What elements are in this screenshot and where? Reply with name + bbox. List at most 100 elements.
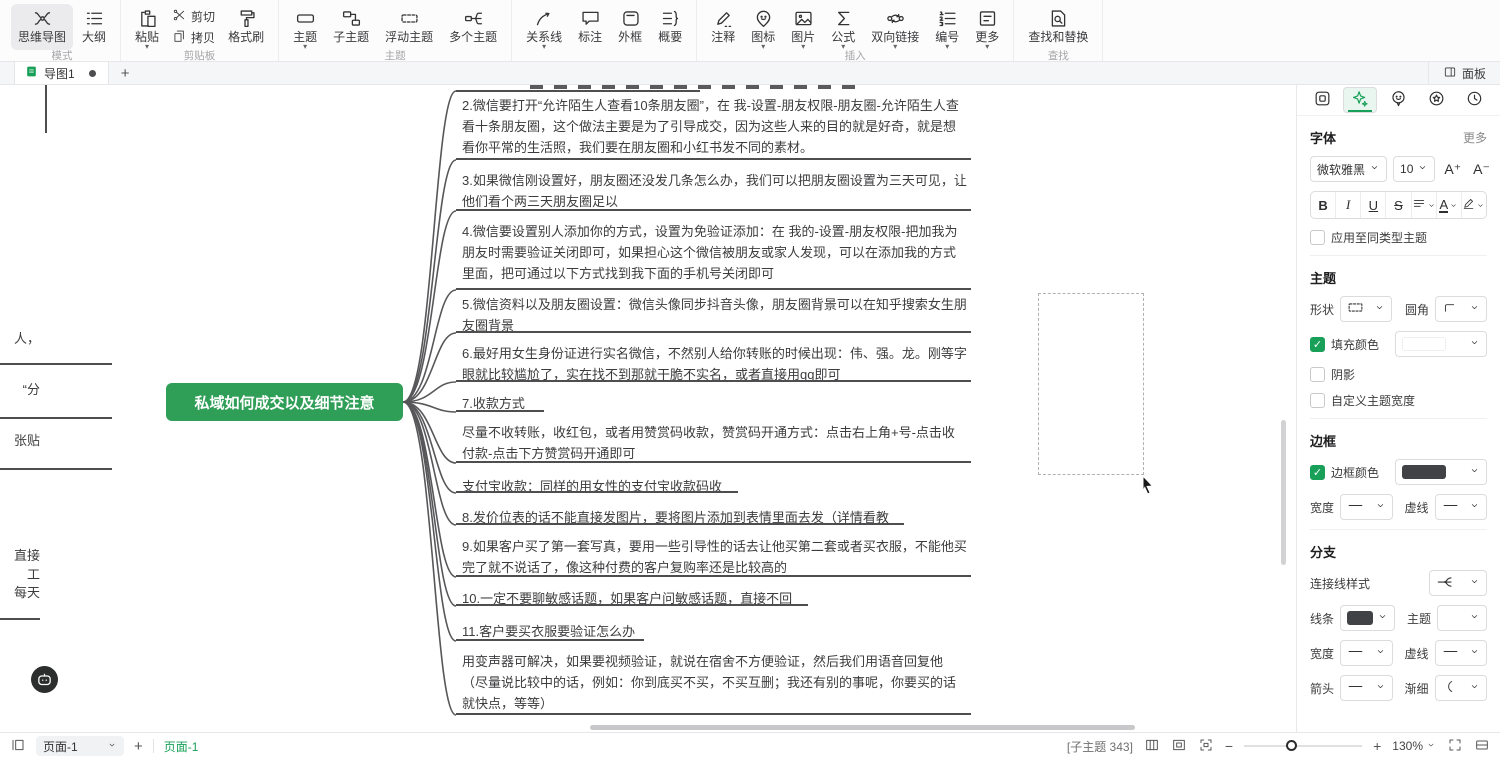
- topic-node[interactable]: 尽量不收转账，收红包，或者用赞赏码收款，赞赏码开通方式：点击右上角+号-点击收付…: [456, 422, 971, 463]
- topic-node[interactable]: 用变声器可解决，如果要视频验证，就说在宿舍不方便验证，然后我们用语音回复他（尽量…: [456, 651, 971, 715]
- border-dash-select[interactable]: [1435, 494, 1487, 520]
- highlight-button[interactable]: [1462, 192, 1486, 218]
- topic-node[interactable]: 3.如果微信刚设置好，朋友圈还没发几条怎么办，我们可以把朋友圈设置为三天可见，让…: [456, 170, 971, 211]
- fullscreen-button[interactable]: [1447, 737, 1463, 756]
- map-overview-button[interactable]: [1144, 737, 1160, 756]
- floating-topic-placeholder[interactable]: [1038, 293, 1144, 475]
- font-size-select[interactable]: 10: [1393, 156, 1435, 182]
- toolbar-button-note[interactable]: 注释: [704, 4, 742, 50]
- italic-button[interactable]: I: [1336, 192, 1361, 218]
- topic-node[interactable]: 11.客户要买衣服要验证怎么办: [456, 621, 644, 641]
- page-select[interactable]: 页面-1: [36, 736, 124, 756]
- zoom-level[interactable]: 130%: [1392, 739, 1436, 753]
- connector-style-select[interactable]: [1429, 570, 1487, 596]
- topic-node[interactable]: 7.收款方式: [456, 393, 544, 412]
- shadow-checkbox[interactable]: [1310, 367, 1325, 382]
- toolbar-button-find-replace[interactable]: 查找和替换: [1021, 4, 1095, 50]
- apply-same-type-checkbox[interactable]: [1310, 230, 1325, 245]
- tab-badges[interactable]: [1420, 85, 1454, 116]
- tab-stickers[interactable]: [1381, 85, 1415, 116]
- toolbar-button-cut[interactable]: 剪切: [168, 8, 219, 25]
- toolbar-button-relation-line[interactable]: 关系线▾: [519, 4, 569, 50]
- chevron-down-icon: [1374, 302, 1385, 316]
- border-color-checkbox[interactable]: ✓: [1310, 465, 1325, 480]
- font-increase-button[interactable]: A⁺: [1441, 161, 1464, 178]
- branch-width-select[interactable]: [1340, 640, 1392, 666]
- pages-panel-button[interactable]: [10, 737, 26, 756]
- toolbar-button-multi-topic[interactable]: 多个主题: [442, 4, 504, 50]
- app: 思维导图大纲模式粘贴▾剪切拷贝格式刷剪贴板主题▾子主题浮动主题多个主题主题关系线…: [0, 0, 1500, 759]
- shape-label: 形状: [1310, 301, 1334, 318]
- toolbar-button-copy[interactable]: 拷贝: [168, 29, 219, 46]
- add-map-tab-button[interactable]: +: [109, 62, 142, 84]
- topic-node[interactable]: 6.最好用女生身份证进行实名微信，不然别人给你转账的时候出现：伟、强。龙。刚等字…: [456, 343, 971, 382]
- strikethrough-button[interactable]: S: [1386, 192, 1411, 218]
- vertical-scrollbar[interactable]: [1281, 420, 1286, 565]
- font-color-button[interactable]: A: [1437, 192, 1462, 218]
- page-tab-active[interactable]: 页面-1: [164, 738, 199, 755]
- topic-node[interactable]: 2.微信要打开“允许陌生人查看10条朋友圈”，在 我-设置-朋友权限-朋友圈-允…: [456, 95, 971, 160]
- tab-topic-style[interactable]: [1343, 87, 1377, 113]
- panel-toggle-button[interactable]: 面板: [1428, 62, 1500, 84]
- bi-link-icon: [885, 6, 906, 30]
- border-width-select[interactable]: [1340, 494, 1392, 520]
- toolbar-button-mindmap[interactable]: 思维导图: [11, 4, 73, 50]
- border-color-select[interactable]: [1395, 459, 1487, 485]
- toolbar-button-bi-link[interactable]: 双向链接▾: [864, 4, 926, 50]
- taper-select[interactable]: [1435, 675, 1487, 701]
- zoom-slider[interactable]: [1244, 739, 1362, 753]
- zoom-slider-knob[interactable]: [1286, 740, 1297, 751]
- toolbar-button-subtopic[interactable]: 子主题: [326, 4, 376, 50]
- toolbar-button-boundary[interactable]: 外框: [611, 4, 649, 50]
- topic-node[interactable]: 8.发价位表的话不能直接发图片，要将图片添加到表情里面去发（详情看教程）: [456, 507, 904, 525]
- corner-select[interactable]: [1435, 296, 1487, 322]
- align-button[interactable]: [1412, 192, 1437, 218]
- line-color-select[interactable]: [1340, 605, 1395, 631]
- fill-color-checkbox[interactable]: ✓: [1310, 337, 1325, 352]
- toolbar-button-outline[interactable]: 大纲: [75, 4, 113, 50]
- toolbar-button-image[interactable]: 图片▾: [784, 4, 822, 50]
- fit-screen-button[interactable]: [1198, 737, 1214, 756]
- toolbar-button-more[interactable]: 更多▾: [968, 4, 1006, 50]
- horizontal-scrollbar[interactable]: [590, 725, 1135, 730]
- toolbar-button-numbering[interactable]: 编号▾: [928, 4, 966, 50]
- underline-button[interactable]: U: [1361, 192, 1386, 218]
- topic-node[interactable]: 支付宝收款：同样的用女性的支付宝收款码收款: [456, 476, 738, 493]
- presentation-split-button[interactable]: [1474, 737, 1490, 756]
- fill-color-select[interactable]: [1395, 331, 1487, 357]
- toolbar-button-format-painter[interactable]: 格式刷: [221, 4, 271, 50]
- topic-node[interactable]: 9.如果客户买了第一套写真，要用一些引导性的话去让他买第二套或者买衣服，不能他买…: [456, 536, 971, 577]
- split-view-icon: [1474, 737, 1490, 756]
- toolbar-button-paste[interactable]: 粘贴▾: [128, 4, 166, 50]
- tab-history[interactable]: [1458, 85, 1492, 116]
- font-decrease-button[interactable]: A⁻: [1470, 161, 1493, 178]
- toolbar-button-floating-topic[interactable]: 浮动主题: [378, 4, 440, 50]
- zoom-out-button[interactable]: −: [1225, 738, 1233, 754]
- center-root-button[interactable]: [1171, 737, 1187, 756]
- caret-down-icon: ▾: [542, 44, 546, 50]
- mindmap-canvas[interactable]: 私域如何成交以及细节注意 2.微信要打开“允许陌生人查看10条朋友圈”，在 我-…: [0, 85, 1296, 732]
- toolbar-button-summary[interactable]: 概要: [651, 4, 689, 50]
- toolbar-button-callout[interactable]: 标注: [571, 4, 609, 50]
- topic-node[interactable]: 5.微信资料以及朋友圈设置：微信头像同步抖音头像，朋友圈背景可以在知乎搜索女生朋…: [456, 294, 971, 333]
- arrow-select[interactable]: [1340, 675, 1392, 701]
- branch-topic-select[interactable]: [1437, 605, 1487, 631]
- topic-node[interactable]: 4.微信要设置别人添加你的方式，设置为免验证添加：在 我的-设置-朋友权限-把加…: [456, 221, 971, 290]
- assistant-chat-button[interactable]: [31, 666, 58, 693]
- tab-canvas-style[interactable]: [1305, 85, 1339, 116]
- bold-button[interactable]: B: [1311, 192, 1336, 218]
- document-tab[interactable]: 导图1: [14, 62, 109, 84]
- toolbar-button-label: 外框: [618, 30, 642, 44]
- branch-dash-select[interactable]: [1435, 640, 1487, 666]
- toolbar-button-topic[interactable]: 主题▾: [286, 4, 324, 50]
- shape-select[interactable]: [1340, 296, 1392, 322]
- root-topic-node[interactable]: 私域如何成交以及细节注意: [166, 383, 403, 421]
- font-family-select[interactable]: 微软雅黑: [1310, 156, 1387, 182]
- topic-node[interactable]: 10.一定不要聊敏感话题，如果客户问敏感话题，直接不回: [456, 588, 808, 606]
- toolbar-button-formula[interactable]: 公式▾: [824, 4, 862, 50]
- add-page-button[interactable]: +: [134, 738, 143, 755]
- font-more-link[interactable]: 更多: [1463, 129, 1487, 146]
- toolbar-button-marker[interactable]: 图标▾: [744, 4, 782, 50]
- custom-width-checkbox[interactable]: [1310, 393, 1325, 408]
- zoom-in-button[interactable]: +: [1373, 738, 1381, 754]
